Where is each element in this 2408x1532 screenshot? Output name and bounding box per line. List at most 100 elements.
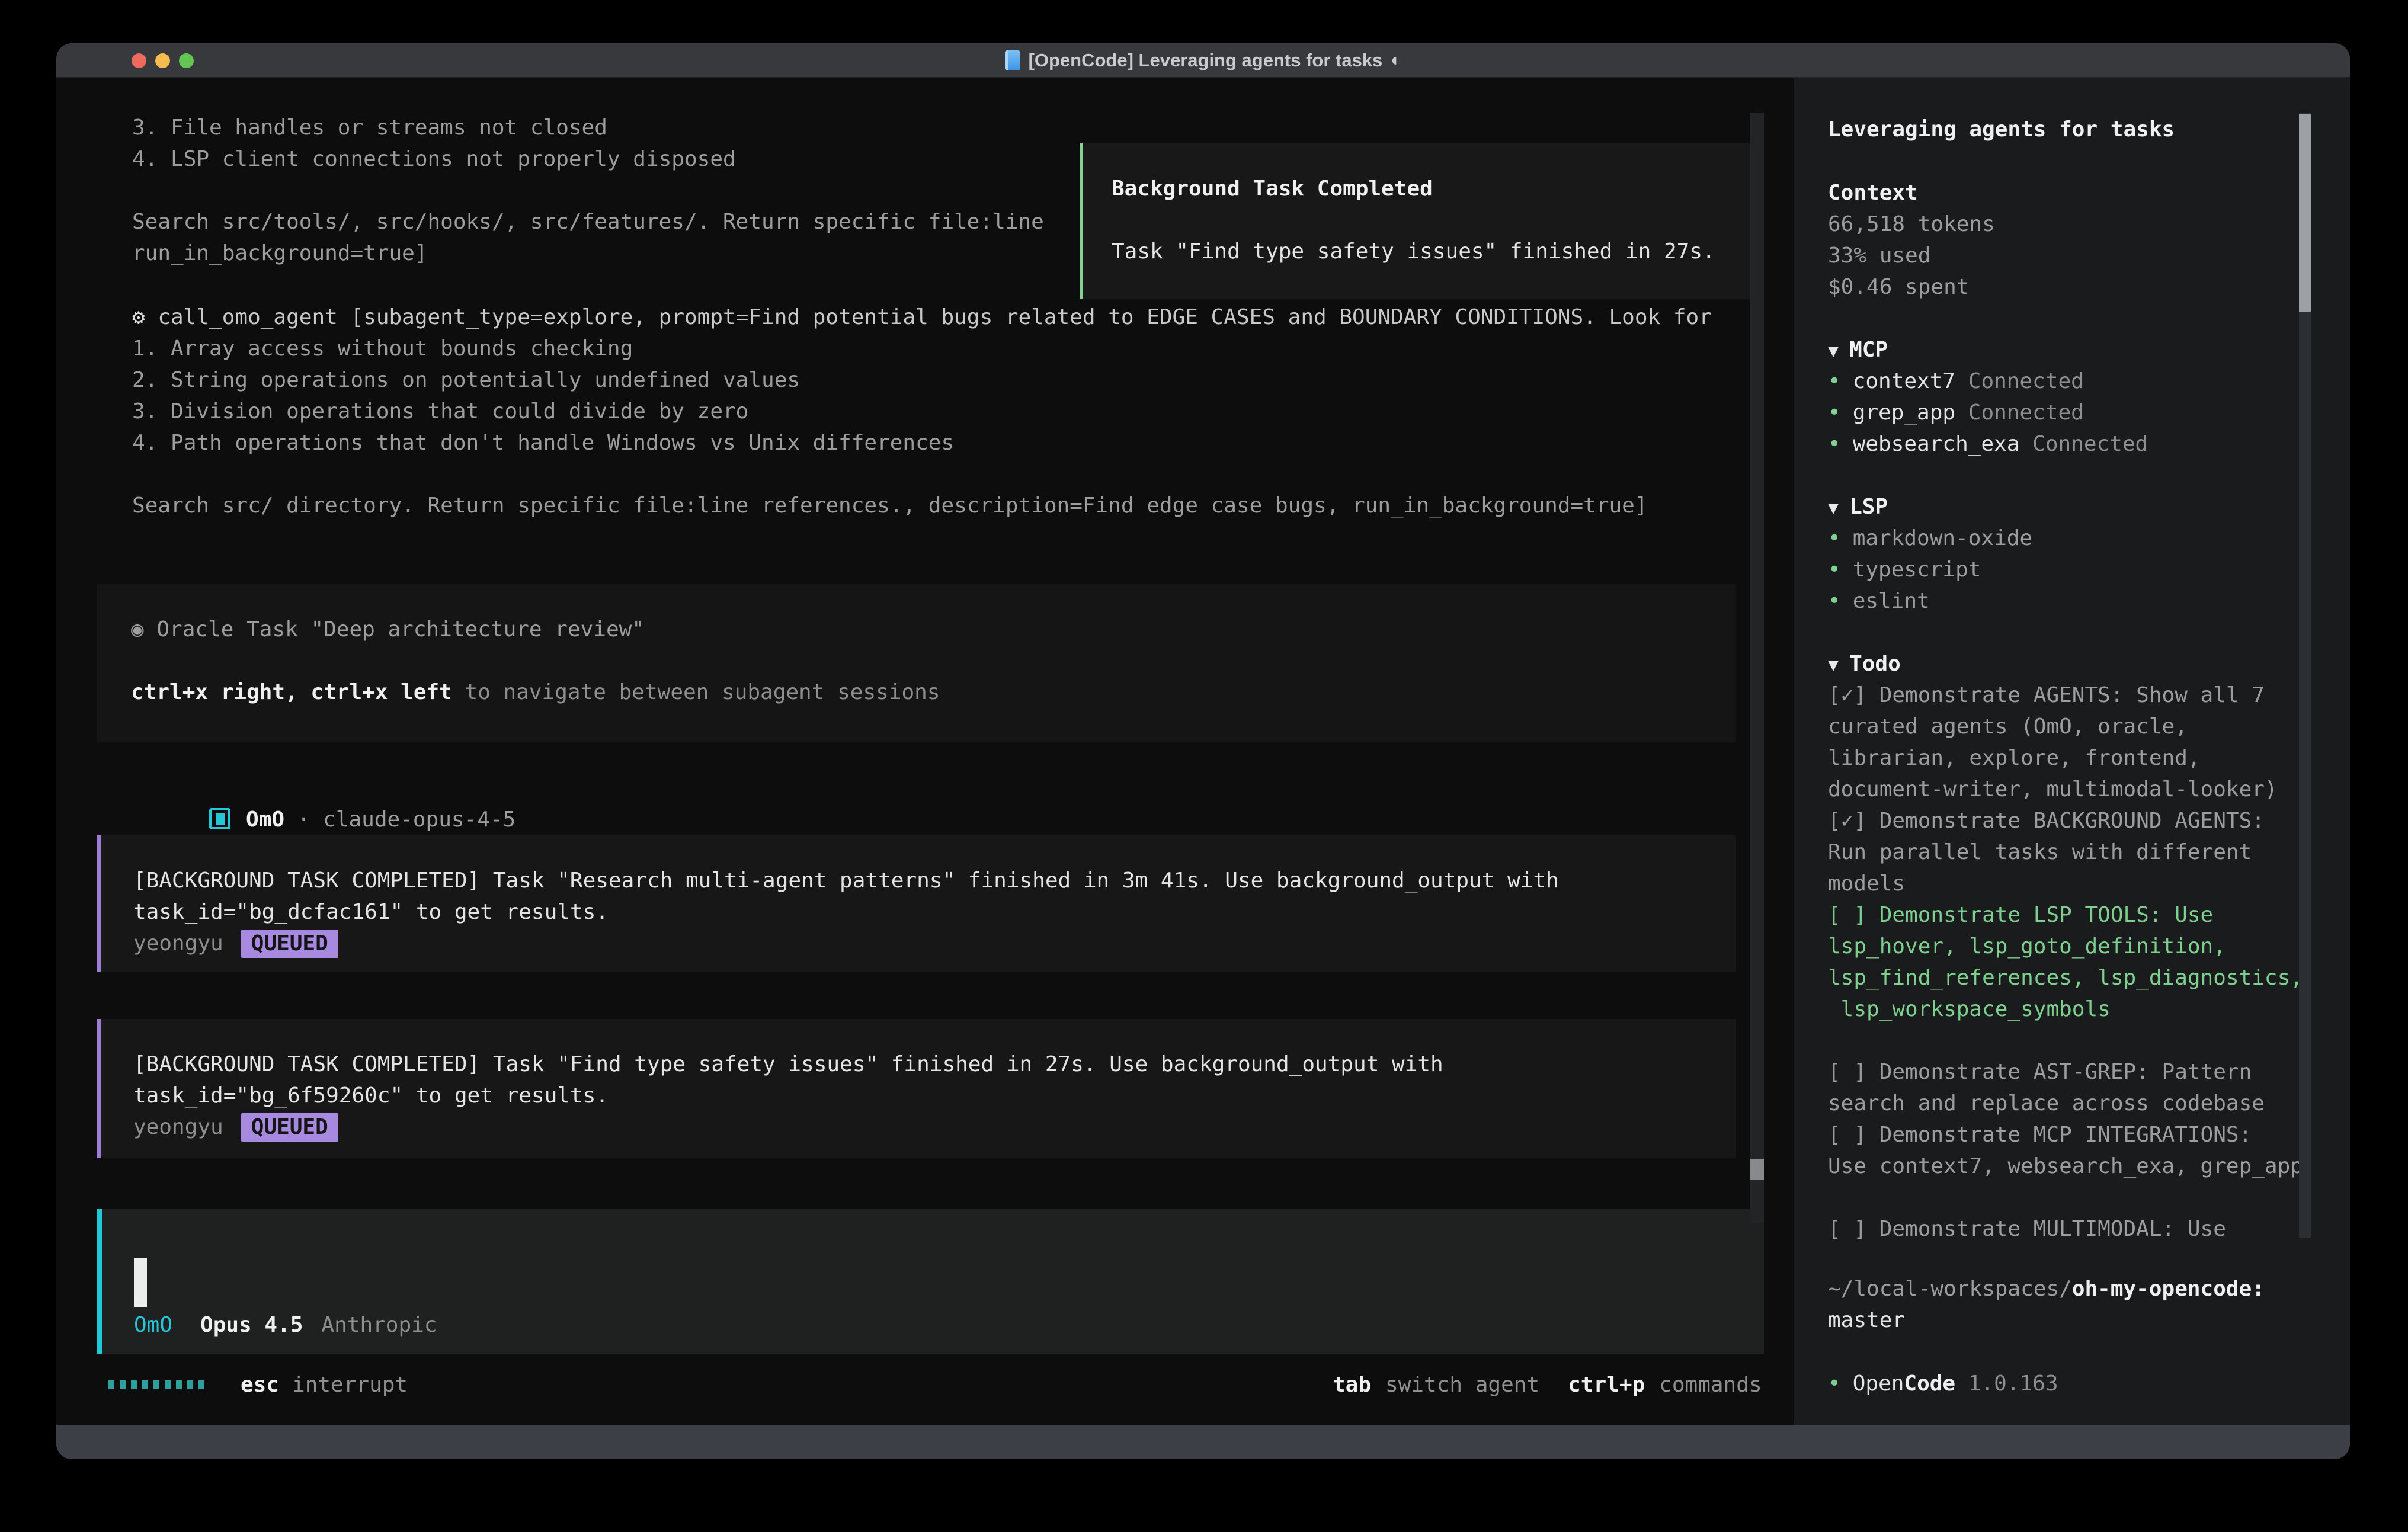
app-name: OpenCode [1853,1371,1955,1396]
zoom-button[interactable] [179,53,194,68]
tool-call-line: 2. String operations on potentially unde… [132,364,1712,396]
workspace-section: ~/local-workspaces/oh-my-opencode: maste… [1828,1273,2265,1336]
input-model-name[interactable]: Opus 4.5 [200,1309,303,1341]
status-dot-icon: • [1828,369,1841,393]
input-model-line: OmO Opus 4.5 Anthropic [134,1309,437,1341]
window-title: [OpenCode] Leveraging agents for tasks [1029,50,1383,71]
tab-key-hint: tab [1333,1369,1371,1400]
titlebar[interactable]: [OpenCode] Leveraging agents for tasks ◐ [56,43,2350,78]
todo-line-active: lsp_hover, lsp_goto_definition, [1828,931,2303,962]
spinner-dot [153,1380,159,1389]
status-bar-right: tab switch agent ctrl+p commands [1333,1369,1762,1400]
status-dot-icon: • [1828,432,1841,456]
minimize-button[interactable] [155,53,170,68]
todo-line: librarian, explore, frontend, [1828,742,2303,774]
lsp-item: •eslint [1828,585,2032,617]
tool-call-block: ⚙ call_omo_agent [subagent_type=explore,… [132,302,1712,521]
todo-line-active: lsp_find_references, lsp_diagnostics, [1828,962,2303,993]
todo-line: [✓] Demonstrate BACKGROUND AGENTS: [1828,805,2303,836]
spinner-dot [142,1380,148,1389]
lsp-section: ▼LSP •markdown-oxide •typescript •eslint [1828,491,2032,617]
context-used: 33% used [1828,240,1995,271]
input-provider-name: Anthropic [321,1309,437,1341]
mcp-section: ▼MCP •context7 Connected •grep_app Conne… [1828,334,2148,460]
version-section: •OpenCode 1.0.163 [1828,1368,2058,1399]
oracle-title: Oracle Task "Deep architecture review" [144,617,645,642]
notification-body: Task "Find type safety issues" finished … [1112,236,1756,267]
gear-icon: ⚙ [132,305,158,329]
todo-line: Run parallel tasks with different [1828,836,2303,868]
context-spent: $0.46 spent [1828,271,1995,303]
status-bar-left: esc interrupt [108,1369,408,1400]
mcp-item: •grep_app Connected [1828,397,2148,428]
workspace-branch: master [1828,1305,2265,1336]
tool-call-line: 3. Division operations that could divide… [132,396,1712,427]
todo-line: models [1828,868,2303,899]
scrollback-line: 4. LSP client connections not properly d… [132,143,1044,175]
chevron-down-icon: ▼ [1828,498,1839,518]
context-heading: Context [1828,177,1995,209]
sidebar-title-section: Leveraging agents for tasks [1828,114,2175,145]
oracle-task-box: ◉ Oracle Task "Deep architecture review"… [97,584,1736,742]
text-cursor [134,1258,147,1307]
context-tokens: 66,518 tokens [1828,209,1995,240]
context-section: Context 66,518 tokens 33% used $0.46 spe… [1828,177,1995,303]
todo-line: [ ] Demonstrate MCP INTEGRATIONS: [1828,1119,2303,1150]
tab-key-label: switch agent [1385,1369,1539,1400]
message-line: task_id="bg_dcfac161" to get results. [133,896,1736,928]
background-task-message: [BACKGROUND TASK COMPLETED] Task "Resear… [97,835,1736,972]
ctrlp-key-hint: ctrl+p [1568,1369,1645,1400]
agent-model: claude-opus-4-5 [323,807,515,832]
message-author: yeongyu [133,1115,223,1139]
opencode-window: [OpenCode] Leveraging agents for tasks ◐… [56,43,2350,1459]
todo-line: curated agents (OmO, oracle, [1828,711,2303,742]
ctrlp-key-label: commands [1659,1369,1762,1400]
esc-key-hint: esc [241,1369,279,1400]
tool-call-footer: Search src/ directory. Return specific f… [132,490,1712,521]
prompt-input[interactable]: OmO Opus 4.5 Anthropic [97,1209,1764,1354]
todo-line: document-writer, multimodal-looker) [1828,774,2303,805]
scrollback-line: 3. File handles or streams not closed [132,112,1044,143]
spinner-dot [120,1380,126,1389]
spinner-dot [108,1380,114,1389]
lsp-item: •typescript [1828,554,2032,585]
scrollback-line: Search src/tools/, src/hooks/, src/featu… [132,206,1044,238]
todo-line: [ ] Demonstrate AST-GREP: Pattern [1828,1056,2303,1088]
spinner-dot [198,1380,204,1389]
oracle-hint-text: to navigate between subagent sessions [452,680,940,704]
notification-title: Background Task Completed [1112,173,1756,204]
document-icon [1005,50,1020,70]
mcp-section-header[interactable]: ▼MCP [1828,334,2148,366]
sidebar: Leveraging agents for tasks Context 66,5… [1794,78,2350,1425]
lsp-section-header[interactable]: ▼LSP [1828,491,2032,523]
traffic-lights [132,53,194,68]
todo-line: Use context7, websearch_exa, grep_app [1828,1150,2303,1182]
agent-icon [209,808,230,829]
chevron-down-icon: ▼ [1828,341,1839,361]
agent-separator: · [284,807,323,832]
todo-section-header[interactable]: ▼Todo [1828,648,2303,680]
close-button[interactable] [132,53,146,68]
queued-badge: QUEUED [241,1113,338,1142]
background-task-message: [BACKGROUND TASK COMPLETED] Task "Find t… [97,1019,1736,1158]
mcp-item: •websearch_exa Connected [1828,428,2148,460]
oracle-hint-keys: ctrl+x right, ctrl+x left [131,680,452,704]
spinner-dot [187,1380,193,1389]
message-line: [BACKGROUND TASK COMPLETED] Task "Find t… [133,1049,1736,1080]
sidebar-scrollbar-thumb[interactable] [2299,114,2311,312]
chat-scrollbar-thumb[interactable] [1750,1159,1764,1180]
oracle-icon: ◉ [131,617,144,642]
session-progress-icon: ◐ [1391,50,1401,70]
message-author: yeongyu [133,931,223,956]
scrollback-text: 3. File handles or streams not closed 4.… [132,112,1044,269]
queued-badge: QUEUED [241,930,338,958]
workspace-repo: oh-my-opencode: [2072,1277,2265,1301]
chat-scrollbar-track[interactable] [1750,113,1764,1223]
spinner-dot [165,1380,171,1389]
lsp-item: •markdown-oxide [1828,523,2032,554]
message-line: task_id="bg_6f59260c" to get results. [133,1080,1736,1111]
todo-line-active: [ ] Demonstrate LSP TOOLS: Use [1828,899,2303,931]
input-agent-name[interactable]: OmO [134,1309,172,1341]
status-dot-icon: • [1828,589,1841,613]
session-title: Leveraging agents for tasks [1828,114,2175,145]
